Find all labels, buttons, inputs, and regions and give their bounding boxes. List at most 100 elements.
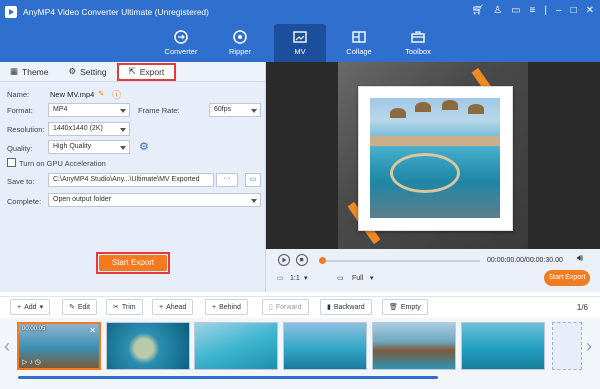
close-icon[interactable]: ✕: [586, 5, 594, 17]
nav-mv[interactable]: MV: [274, 24, 326, 62]
tab-label: Setting: [80, 66, 107, 77]
format-value: MP4: [53, 106, 68, 113]
name-label: Name:: [7, 90, 30, 99]
chevron-down-icon: [120, 128, 126, 132]
edit-icon: ✎: [69, 304, 75, 311]
empty-label: Empty: [400, 303, 421, 311]
gpu-checkbox[interactable]: [7, 158, 16, 167]
menu-icon[interactable]: ≡: [530, 5, 536, 17]
tab-setting[interactable]: ⚙ Setting: [59, 62, 117, 82]
aspect-ratio-value[interactable]: 1:1: [290, 275, 300, 282]
open-folder-button[interactable]: ▭: [245, 173, 261, 187]
clip-controls-icon[interactable]: ▷ ♪ ◷: [22, 358, 41, 366]
timeline-track[interactable]: [320, 260, 480, 262]
nav-label: Ripper: [228, 47, 252, 56]
edit-button[interactable]: ✎ Edit: [62, 299, 97, 315]
chevron-down-icon: [251, 199, 257, 203]
walkway: [370, 136, 500, 146]
maximize-icon[interactable]: □: [571, 5, 577, 17]
nav-label: Collage: [346, 47, 372, 56]
behind-label: Behind: [219, 303, 241, 311]
plus-icon: +: [17, 303, 22, 311]
remove-clip-icon[interactable]: ✕: [89, 326, 96, 335]
toolbox-icon: [411, 31, 425, 43]
trash-icon: 🗑︎: [389, 304, 398, 311]
volume-icon[interactable]: 🔊︎: [577, 253, 583, 264]
save-to-value: C:\AnyMP4 Studio\Any...\Ultimate\MV Expo…: [53, 176, 200, 183]
clip-thumbnail-4[interactable]: [283, 322, 367, 370]
hut: [442, 100, 458, 110]
folder-icon: ▭: [249, 176, 257, 183]
timeline-handle[interactable]: [319, 257, 326, 264]
nav-ripper[interactable]: Ripper: [214, 24, 266, 62]
time-display: 00:00:00.00/00:00:30.00: [487, 257, 563, 264]
gear-icon: ⚙: [68, 66, 77, 76]
ahead-button[interactable]: + Ahead: [152, 299, 194, 315]
settings-tabs: ▦ Theme ⚙ Setting ⇱ Export: [0, 62, 265, 82]
complete-value: Open output folder: [53, 196, 111, 203]
minimize-icon[interactable]: –: [556, 5, 562, 17]
frame-rate-select[interactable]: 60fps: [209, 103, 261, 117]
nav-collage[interactable]: Collage: [333, 24, 385, 62]
start-export-button[interactable]: Start Export: [99, 255, 167, 271]
edit-name-icon[interactable]: ✎: [98, 89, 104, 98]
clip-thumbnail-3[interactable]: [194, 322, 278, 370]
empty-button[interactable]: 🗑︎ Empty: [382, 299, 428, 315]
tab-theme[interactable]: ▦ Theme: [0, 62, 59, 82]
behind-button[interactable]: + Behind: [205, 299, 248, 315]
chevron-down-icon: [251, 109, 257, 113]
ripper-icon: [233, 30, 247, 44]
resolution-select[interactable]: 1440x1440 (2K): [48, 122, 130, 136]
save-to-path[interactable]: C:\AnyMP4 Studio\Any...\Ultimate\MV Expo…: [48, 173, 214, 187]
nav-label: Converter: [164, 47, 198, 56]
nav-label: Toolbox: [405, 47, 431, 56]
clip-thumbnail-6[interactable]: [461, 322, 545, 370]
info-icon[interactable]: ⓘ: [112, 88, 121, 101]
player-start-export-button[interactable]: Start Export: [544, 270, 590, 286]
quality-label: Quality:: [7, 144, 33, 153]
chat-icon[interactable]: ▭: [511, 5, 520, 17]
frame-rate-label: Frame Rate:: [138, 106, 180, 115]
backward-button[interactable]: ▮ Backward: [320, 299, 372, 315]
cart-icon[interactable]: 🛒︎: [471, 5, 484, 17]
mv-icon: [293, 31, 307, 43]
quality-select[interactable]: High Quality: [48, 140, 130, 154]
hut: [390, 108, 406, 118]
app-title: AnyMP4 Video Converter Ultimate (Unregis…: [23, 7, 209, 17]
monitor-icon: ▭: [337, 275, 344, 282]
ahead-label: Ahead: [166, 303, 187, 311]
zoom-value[interactable]: Full: [352, 275, 363, 282]
chevron-down-icon[interactable]: ▾: [304, 274, 308, 282]
stop-button[interactable]: [296, 254, 308, 266]
save-to-label: Save to:: [7, 177, 35, 186]
chevron-down-icon: [120, 109, 126, 113]
strip-scrollbar[interactable]: [18, 376, 438, 379]
backward-icon: ▮: [327, 304, 331, 311]
scissors-icon: ✂: [113, 304, 119, 311]
browse-button[interactable]: ···: [216, 173, 238, 187]
converter-icon: [174, 30, 188, 44]
user-icon[interactable]: ♙: [493, 5, 502, 17]
separator-icon: |: [544, 5, 547, 16]
name-value[interactable]: New MV.mp4: [50, 90, 94, 99]
quality-settings-gear-icon[interactable]: ⚙: [139, 140, 149, 153]
clip-thumbnail-1[interactable]: 00:00:05 ✕ ▷ ♪ ◷: [17, 322, 101, 370]
chevron-down-icon[interactable]: ▾: [370, 274, 374, 282]
play-button[interactable]: [278, 254, 290, 266]
add-clip-slot[interactable]: [552, 322, 582, 370]
complete-select[interactable]: Open output folder: [48, 193, 261, 207]
nav-converter[interactable]: Converter: [155, 24, 207, 62]
clip-thumbnail-2[interactable]: [106, 322, 190, 370]
play-icon: [282, 257, 287, 263]
scroll-left-icon[interactable]: ‹: [4, 336, 10, 357]
nav-toolbox[interactable]: Toolbox: [392, 24, 444, 62]
resolution-label: Resolution:: [7, 125, 45, 134]
tab-export[interactable]: ⇱ Export: [116, 62, 177, 81]
trim-button[interactable]: ✂ Trim: [106, 299, 143, 315]
backward-label: Backward: [333, 303, 365, 311]
forward-button[interactable]: ▯ Forward: [262, 299, 309, 315]
add-button[interactable]: + Add ▾: [10, 299, 51, 315]
format-select[interactable]: MP4: [48, 103, 130, 117]
clip-thumbnail-5[interactable]: [372, 322, 456, 370]
scroll-right-icon[interactable]: ›: [586, 336, 592, 357]
